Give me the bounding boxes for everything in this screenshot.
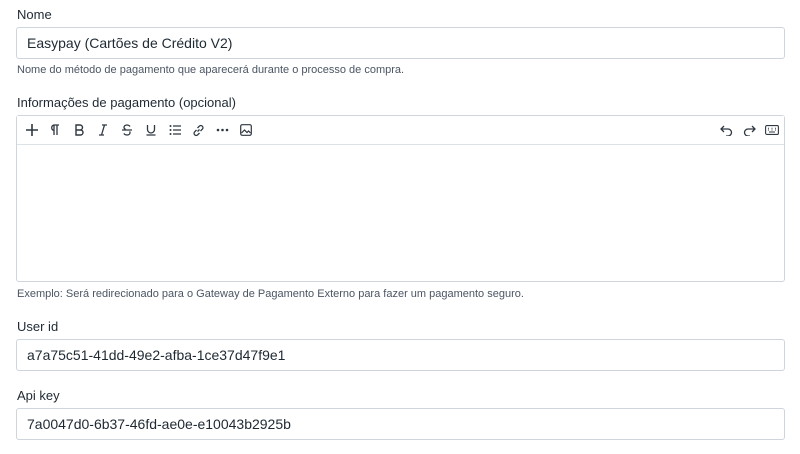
bullet-list-icon[interactable] xyxy=(166,121,184,139)
redo-icon[interactable] xyxy=(740,121,758,139)
api-key-label: Api key xyxy=(17,388,60,403)
link-icon[interactable] xyxy=(189,121,207,139)
paragraph-icon[interactable] xyxy=(46,121,64,139)
user-id-input[interactable] xyxy=(16,339,785,371)
user-id-label: User id xyxy=(17,319,59,334)
italic-icon[interactable] xyxy=(94,121,112,139)
image-icon[interactable] xyxy=(237,121,255,139)
payment-info-help-text: Exemplo: Será redirecionado para o Gatew… xyxy=(17,288,524,300)
name-help-text: Nome do método de pagamento que aparecer… xyxy=(17,64,405,76)
strikethrough-icon[interactable] xyxy=(118,121,136,139)
payment-info-text-area[interactable] xyxy=(17,145,784,281)
undo-icon[interactable] xyxy=(717,121,735,139)
bold-icon[interactable] xyxy=(70,121,88,139)
more-icon[interactable] xyxy=(213,121,231,139)
editor-toolbar xyxy=(17,116,784,145)
api-key-input[interactable] xyxy=(16,408,785,440)
plus-icon[interactable] xyxy=(23,121,41,139)
payment-info-editor xyxy=(16,115,785,282)
name-label: Nome xyxy=(17,7,52,22)
name-input[interactable] xyxy=(16,27,785,59)
payment-info-label: Informações de pagamento (opcional) xyxy=(17,95,236,110)
underline-icon[interactable] xyxy=(142,121,160,139)
keyboard-icon[interactable] xyxy=(763,121,781,139)
